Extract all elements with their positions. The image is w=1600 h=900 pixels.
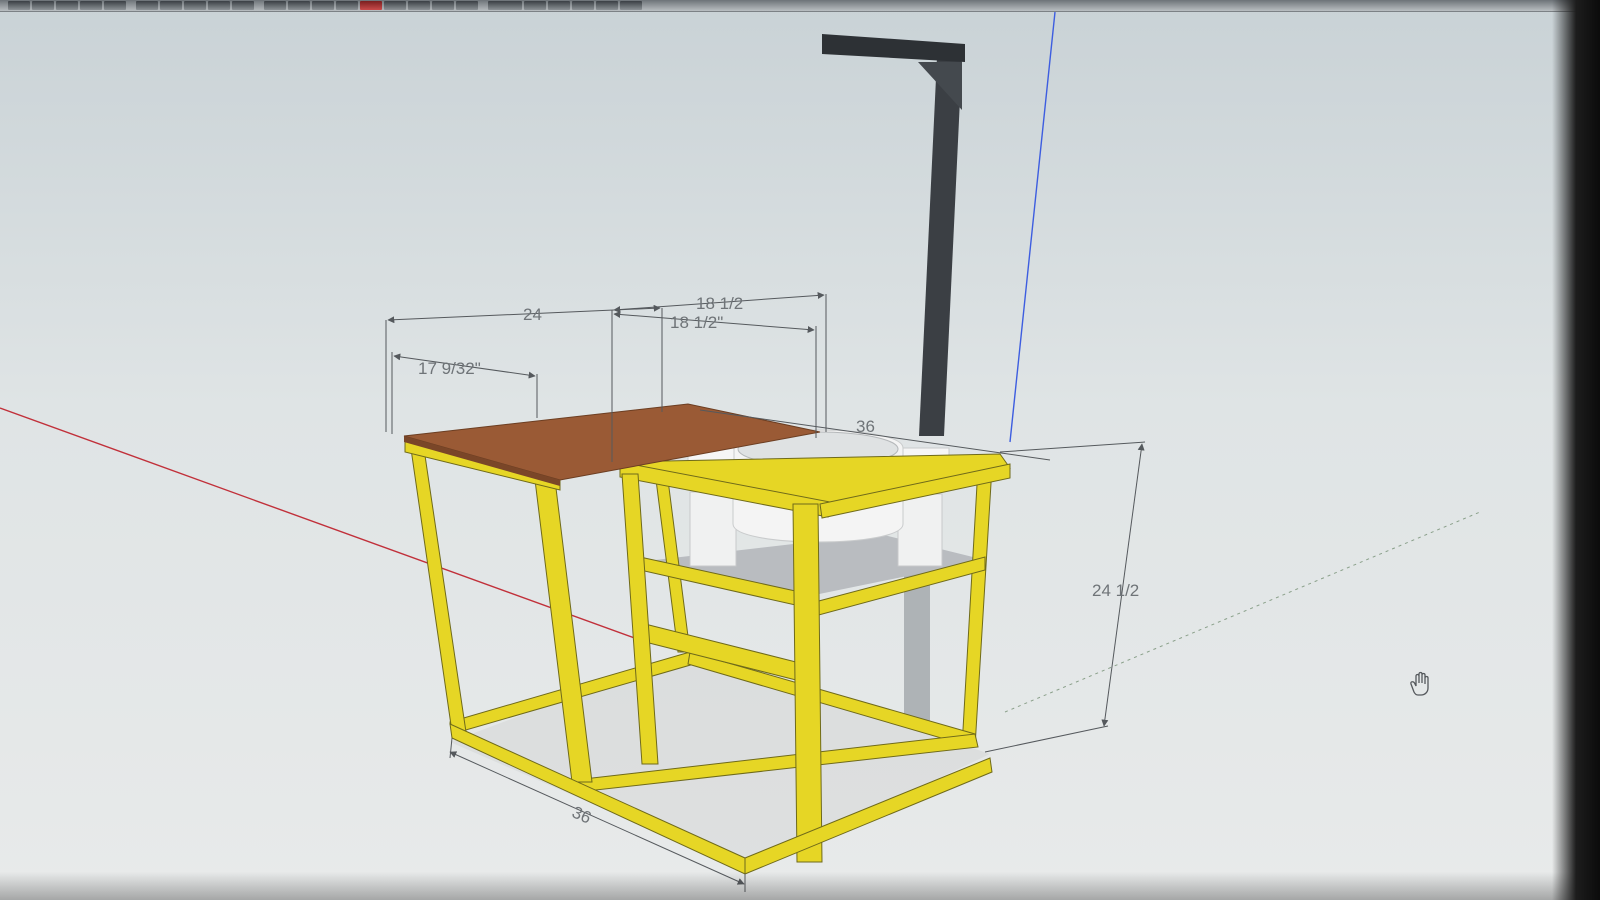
zoom-tool-icon[interactable]: [432, 1, 454, 10]
vertical-post: [919, 57, 962, 436]
right-view-icon[interactable]: [572, 1, 594, 10]
dimension-label-24-half: 24 1/2: [1092, 581, 1139, 600]
back-view-icon[interactable]: [596, 1, 618, 10]
eraser-tool-icon[interactable]: [32, 1, 54, 10]
rotate-tool-icon[interactable]: [184, 1, 206, 10]
front-view-icon[interactable]: [548, 1, 570, 10]
sketchup-screen: 24 18 1/2 18 1/2" 17 9/32" 36 24 1/2 36: [0, 0, 1600, 900]
rectangle-tool-icon[interactable]: [80, 1, 102, 10]
dimension-tool-icon[interactable]: [288, 1, 310, 10]
select-tool-icon[interactable]: [8, 1, 30, 10]
circle-tool-icon[interactable]: [104, 1, 126, 10]
top-view-icon[interactable]: [524, 1, 546, 10]
tape-measure-tool-icon[interactable]: [264, 1, 286, 10]
pan-tool-icon[interactable]: [408, 1, 430, 10]
pencil-tool-icon[interactable]: [56, 1, 78, 10]
dimension-label-18-half-b: 18 1/2": [670, 313, 723, 332]
push-pull-tool-icon[interactable]: [136, 1, 158, 10]
move-tool-icon[interactable]: [160, 1, 182, 10]
top-toolbar: [0, 0, 1600, 12]
model-viewport[interactable]: 24 18 1/2 18 1/2" 17 9/32" 36 24 1/2 36: [0, 12, 1600, 900]
iso-view-icon[interactable]: [488, 1, 522, 10]
left-view-icon[interactable]: [620, 1, 642, 10]
dimension-label-24: 24: [523, 305, 542, 324]
hand-cursor-icon: [1410, 671, 1429, 696]
offset-tool-icon[interactable]: [232, 1, 254, 10]
orbit-tool-icon[interactable]: [384, 1, 406, 10]
dimension-label-17-9-32: 17 9/32": [418, 359, 481, 378]
post-arm: [822, 34, 965, 62]
text-tool-icon[interactable]: [336, 1, 358, 10]
scale-tool-icon[interactable]: [208, 1, 230, 10]
dimension-label-18-half-a: 18 1/2: [696, 294, 743, 313]
blue-axis: [1009, 12, 1056, 443]
zoom-extents-tool-icon[interactable]: [456, 1, 478, 10]
paint-bucket-tool-icon[interactable]: [360, 1, 382, 10]
protractor-tool-icon[interactable]: [312, 1, 334, 10]
dimension-label-36-top: 36: [856, 417, 875, 436]
dimension-label-36-base: 36: [569, 803, 594, 828]
ring-support-right: [897, 493, 943, 567]
ring-support-left: [689, 491, 737, 567]
green-axis-dotted: [1004, 511, 1481, 713]
